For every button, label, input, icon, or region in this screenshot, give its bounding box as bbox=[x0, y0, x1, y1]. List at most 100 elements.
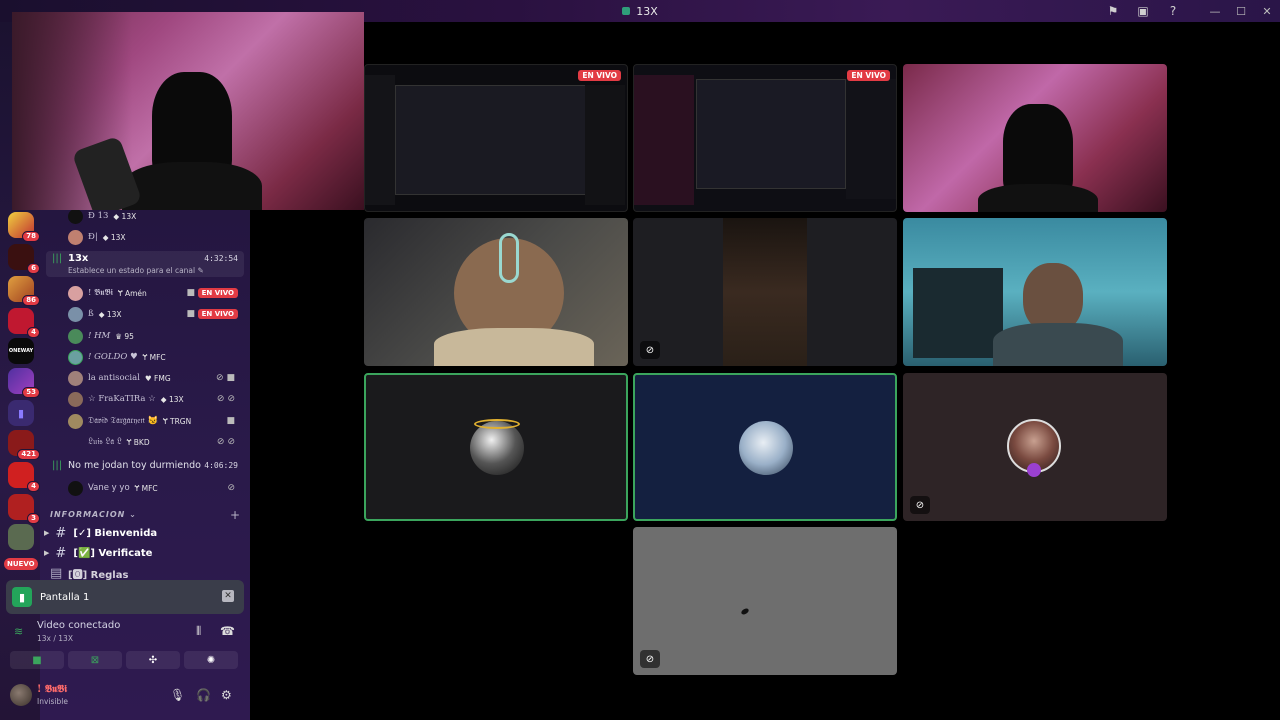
help-icon[interactable]: ? bbox=[1158, 0, 1188, 22]
member-tag: ◆ 13X bbox=[98, 309, 122, 319]
channel-icon bbox=[622, 7, 631, 15]
hash-icon: # bbox=[55, 525, 67, 541]
settings-gear-icon[interactable]: ⚙ bbox=[221, 688, 232, 702]
live-badge: EN VIVO bbox=[847, 70, 890, 81]
voice-member[interactable]: ! 𝕭𝖚𝕭𝖎 Ɏ Amén ■ EN VIVO bbox=[68, 283, 244, 303]
maximize-button[interactable]: ☐ bbox=[1228, 0, 1254, 22]
server-icon[interactable]: 86 bbox=[8, 276, 40, 306]
nested-chat bbox=[585, 85, 625, 205]
avatar bbox=[68, 391, 83, 407]
user-avatar[interactable] bbox=[10, 684, 32, 706]
soundboard-button[interactable]: ✺ bbox=[184, 651, 238, 669]
mute-deafen-icons: ⊘⊘ bbox=[216, 437, 238, 447]
member-tag: Ɏ MFC bbox=[142, 352, 166, 362]
add-channel-button[interactable]: + bbox=[230, 508, 240, 522]
share-screen-button[interactable]: ⊠ bbox=[68, 651, 122, 669]
server-icon[interactable]: 6 bbox=[8, 244, 40, 274]
live-badge: EN VIVO bbox=[197, 288, 238, 298]
member-name: 𝔏𝔲𝔦𝔰 𝔏𝔞 𝔏 bbox=[88, 437, 122, 447]
stop-share-button[interactable]: ✕ bbox=[222, 590, 234, 602]
server-icon[interactable]: 3 bbox=[8, 494, 40, 524]
member-name: ! GOLDO ♥ bbox=[88, 352, 138, 362]
video-tile-camera-1[interactable] bbox=[903, 64, 1167, 212]
avatar bbox=[68, 370, 83, 386]
video-tile-camera-3[interactable]: ⊘ bbox=[633, 218, 897, 366]
live-badge: EN VIVO bbox=[197, 309, 238, 319]
server-label: ONEWAY bbox=[8, 348, 34, 354]
avatar-decoration bbox=[1027, 463, 1041, 477]
server-icon[interactable]: ONEWAY bbox=[8, 338, 34, 364]
activities-button[interactable]: ✣ bbox=[126, 651, 180, 669]
microphone-icon[interactable]: 🎙 bbox=[170, 688, 185, 702]
member-tag: ♛ 95 bbox=[115, 331, 134, 341]
server-icon[interactable]: 78 bbox=[8, 212, 40, 242]
category-informacion[interactable]: INFORMACION ⌄ bbox=[50, 510, 137, 519]
channel-timer: 4:06:29 bbox=[204, 461, 238, 470]
voice-member[interactable]: ☆ FraKaTIRa ☆ ◆ 13X ⊘⊘ bbox=[68, 389, 244, 409]
disconnect-icon[interactable]: ☎ bbox=[220, 624, 235, 638]
channel-status[interactable]: Establece un estado para el canal ✎ bbox=[68, 266, 204, 275]
nested-sidebar bbox=[365, 75, 395, 205]
voice-member[interactable]: ! HM ♛ 95 bbox=[68, 326, 244, 346]
nested-chat bbox=[846, 79, 896, 199]
voice-connection: ≋ Video conectado 13x / 13X ⦀ ☎ bbox=[6, 618, 244, 652]
noise-suppression-icon[interactable]: ⦀ bbox=[196, 624, 201, 639]
avatar bbox=[68, 208, 83, 224]
voice-member[interactable]: Ð| ◆ 13X bbox=[68, 227, 244, 247]
minimize-button[interactable]: — bbox=[1202, 0, 1228, 22]
server-icon[interactable]: 4 bbox=[8, 308, 40, 338]
avatar bbox=[68, 306, 83, 322]
connection-status[interactable]: Video conectado bbox=[37, 620, 120, 631]
member-tag: ♥ FMG bbox=[144, 373, 171, 383]
user-name[interactable]: ! 𝕭𝖚𝕭𝖎 bbox=[37, 684, 67, 695]
video-tile-camera-4[interactable] bbox=[903, 218, 1167, 366]
text-channel-bienvenida[interactable]: ▶ # [✓] Bienvenida bbox=[44, 524, 157, 542]
flag-icon[interactable]: ⚑ bbox=[1098, 0, 1128, 22]
avatar bbox=[68, 435, 83, 450]
voice-member[interactable]: 𝔇𝔞𝔳𝔦𝔡 𝔗𝔞𝔯𝔤𝔞𝔯𝔶𝔢𝔫 😼 Ɏ TRGN ■ bbox=[68, 411, 244, 431]
camera-button[interactable]: ■ bbox=[10, 651, 64, 669]
headphones-icon[interactable]: 🎧 bbox=[196, 688, 211, 702]
nested-screen-content bbox=[696, 79, 846, 189]
video-tile-avatar-3[interactable]: ⊘ bbox=[903, 373, 1167, 521]
voice-member[interactable]: la antisocial ♥ FMG ⊘■ bbox=[68, 368, 244, 388]
video-tile-camera-2[interactable] bbox=[364, 218, 628, 366]
video-tile-avatar-1[interactable] bbox=[364, 373, 628, 521]
voice-channel-13x[interactable]: ||| 13x Establece un estado para el cana… bbox=[46, 251, 244, 277]
close-button[interactable]: ✕ bbox=[1254, 0, 1280, 22]
voice-member[interactable]: Vane y yo Ɏ MFC ⊘ bbox=[68, 478, 244, 498]
screen-share-bar[interactable]: ▮ Pantalla 1 ✕ bbox=[6, 580, 244, 614]
server-icon[interactable]: 4 bbox=[8, 462, 40, 492]
video-tile-avatar-2[interactable] bbox=[633, 373, 897, 521]
window-title-text: 13X bbox=[636, 4, 658, 18]
user-panel: ! 𝕭𝖚𝕭𝖎 Invisible 🎙 🎧 ⚙ bbox=[6, 680, 244, 712]
headset-shape bbox=[499, 233, 519, 283]
text-channel-verificate[interactable]: ▶ # [✅] Verificate bbox=[44, 544, 152, 562]
server-icon[interactable]: 421 bbox=[8, 430, 40, 460]
server-icon[interactable]: 53 bbox=[8, 368, 40, 398]
avatar bbox=[68, 349, 83, 365]
channel-timer: 4:32:54 bbox=[204, 254, 238, 263]
signal-icon: ≋ bbox=[14, 625, 24, 638]
member-tag: Ɏ BKD bbox=[126, 437, 150, 447]
member-name: Ð 13 bbox=[88, 211, 109, 221]
voice-member[interactable]: ! GOLDO ♥ Ɏ MFC bbox=[68, 347, 244, 367]
deafened-icon: ⊘ bbox=[640, 650, 660, 668]
mention-badge: 6 bbox=[27, 263, 40, 274]
new-badge: NUEVO bbox=[4, 558, 38, 570]
camera-icon: ■ bbox=[186, 288, 198, 298]
member-tag: ◆ 13X bbox=[102, 232, 126, 242]
floating-camera-preview[interactable] bbox=[12, 12, 364, 210]
video-tile-camera-5[interactable]: ⊘ bbox=[633, 527, 897, 675]
folder-icon[interactable]: ▮ bbox=[8, 400, 34, 426]
connection-location[interactable]: 13x / 13X bbox=[37, 634, 73, 643]
inbox-icon[interactable]: ▣ bbox=[1128, 0, 1158, 22]
mention-badge: 3 bbox=[27, 513, 40, 524]
portrait-video bbox=[723, 218, 807, 366]
video-tile-screen-share-2[interactable]: EN VIVO bbox=[633, 64, 897, 212]
server-icon[interactable] bbox=[8, 524, 34, 550]
voice-member[interactable]: ß ◆ 13X ■ EN VIVO bbox=[68, 304, 244, 324]
voice-member[interactable]: 𝔏𝔲𝔦𝔰 𝔏𝔞 𝔏 Ɏ BKD ⊘⊘ bbox=[68, 432, 244, 452]
voice-channel-icon: ||| bbox=[52, 253, 63, 264]
video-tile-screen-share-1[interactable]: EN VIVO bbox=[364, 64, 628, 212]
